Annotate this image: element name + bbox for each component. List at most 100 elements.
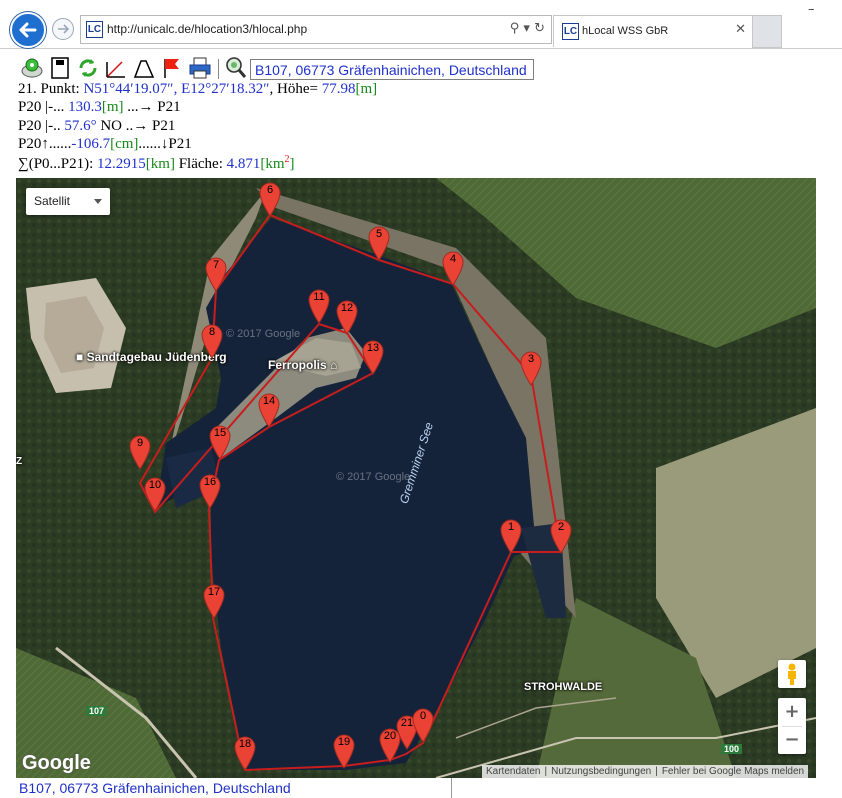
marker-label: 2 xyxy=(557,521,565,533)
zoom-out-button[interactable]: − xyxy=(778,726,806,754)
coord-separator: , xyxy=(173,81,182,97)
minimize-icon[interactable]: – xyxy=(808,2,815,17)
url-text[interactable]: http://unicalc.de/hlocation3/hlocal.php xyxy=(107,22,307,36)
map-watermark-2: © 2017 Google xyxy=(226,328,301,340)
marker-0[interactable]: 0 xyxy=(410,707,436,743)
marker-label: 17 xyxy=(207,586,221,598)
marker-4[interactable]: 4 xyxy=(440,250,466,286)
area-label: Fläche: xyxy=(174,156,227,172)
search-icon xyxy=(226,57,247,78)
marker-5[interactable]: 5 xyxy=(366,225,392,261)
back-button[interactable] xyxy=(10,12,46,48)
google-logo: Google xyxy=(22,752,91,774)
point-line: 21. Punkt: N51°44′19.07″, E12°27′18.32″,… xyxy=(18,81,377,98)
refresh-button[interactable] xyxy=(76,56,100,80)
elevation-unit: [cm] xyxy=(110,136,139,152)
road-sign-100: 100 xyxy=(721,744,743,754)
marker-11[interactable]: 11 xyxy=(306,288,332,324)
report-error-link[interactable]: Fehler bei Google Maps melden xyxy=(658,766,808,777)
marker-label: 5 xyxy=(375,228,383,240)
marker-8[interactable]: 8 xyxy=(199,323,225,359)
terms-link[interactable]: Nutzungsbedingungen xyxy=(547,766,655,777)
dropdown-icon[interactable]: ▾ xyxy=(523,21,530,36)
marker-label: 9 xyxy=(136,437,144,449)
map-data-link[interactable]: Kartendaten xyxy=(482,766,545,777)
map-watermark: © 2017 Google xyxy=(336,471,411,483)
elevation-suffix: ......↓P21 xyxy=(138,136,192,152)
tab-title: hLocal WSS GbR xyxy=(582,25,669,37)
print-icon xyxy=(189,57,211,79)
refresh-icon[interactable]: ↻ xyxy=(534,21,545,36)
map-label-strohwalde: STROHWALDE xyxy=(524,681,603,693)
marker-7[interactable]: 7 xyxy=(203,256,229,292)
distance-prefix: P20 |-... xyxy=(18,99,69,115)
search-location-button[interactable] xyxy=(224,56,248,80)
elevation-line: P20↑......-106.7[cm]......↓P21 xyxy=(18,136,192,153)
museum-icon: ⌂ xyxy=(330,358,338,372)
marker-label: 15 xyxy=(213,427,227,439)
address-actions[interactable]: ⚲ ▾ ↻ xyxy=(510,21,545,36)
gps-button[interactable] xyxy=(20,56,44,80)
refresh-icon xyxy=(79,59,97,77)
forward-arrow-icon xyxy=(58,24,70,34)
marker-10[interactable]: 10 xyxy=(142,476,168,512)
pegman-icon xyxy=(788,663,796,685)
forward-button[interactable] xyxy=(52,18,74,40)
distance-unit: [m] xyxy=(101,99,124,115)
marker-label: 11 xyxy=(313,291,325,303)
poi-icon: ■ xyxy=(76,350,87,364)
angle-button[interactable] xyxy=(104,56,128,80)
print-button[interactable] xyxy=(188,56,212,80)
marker-1[interactable]: 1 xyxy=(498,518,524,554)
marker-12[interactable]: 12 xyxy=(334,299,360,335)
elevation-value: -106.7 xyxy=(71,136,111,152)
marker-14[interactable]: 14 xyxy=(256,392,282,428)
tab-favicon-icon: LC xyxy=(562,23,579,40)
location-field[interactable]: B107, 06773 Gräfenhainichen, Deutschland xyxy=(250,59,534,80)
marker-label: 16 xyxy=(203,476,217,488)
marker-label: 0 xyxy=(419,710,427,722)
map-type-select[interactable]: Satellit xyxy=(26,188,110,215)
marker-label: 6 xyxy=(266,184,274,196)
marker-label: 14 xyxy=(262,395,276,407)
marker-label: 10 xyxy=(148,479,162,491)
bearing-value: 57.6° xyxy=(64,118,97,134)
tab-close-icon[interactable]: ✕ xyxy=(735,22,746,37)
marker-label: 4 xyxy=(449,253,457,265)
marker-3[interactable]: 3 xyxy=(518,350,544,386)
marker-9[interactable]: 9 xyxy=(127,434,153,470)
flag-button[interactable] xyxy=(160,56,184,80)
elevation-prefix: P20↑...... xyxy=(18,136,72,152)
marker-16[interactable]: 16 xyxy=(197,473,223,509)
zoom-in-button[interactable]: + xyxy=(778,698,806,726)
map-footer: Kartendaten | Nutzungsbedingungen | Fehler b… xyxy=(482,765,809,778)
map-view[interactable]: ■ Sandtagebau Jüdenberg Ferropolis ⌂ Gre… xyxy=(16,178,816,778)
toolbar-separator xyxy=(218,59,219,79)
height-unit: [m] xyxy=(355,81,378,97)
triangle-button[interactable] xyxy=(132,56,156,80)
bottom-location-text: B107, 06773 Gräfenhainichen, Deutschland xyxy=(16,778,452,798)
save-button[interactable] xyxy=(48,56,72,80)
map-label-ferropolis: Ferropolis ⌂ xyxy=(268,358,337,372)
marker-label: 8 xyxy=(208,326,216,338)
tab-hlocal[interactable]: LC hLocal WSS GbR ✕ xyxy=(553,15,753,47)
marker-18[interactable]: 18 xyxy=(232,735,258,771)
marker-6[interactable]: 6 xyxy=(257,181,283,217)
marker-17[interactable]: 17 xyxy=(201,583,227,619)
site-favicon-icon: LC xyxy=(86,21,103,38)
point-prefix: 21. Punkt: xyxy=(18,81,84,97)
map-label-ferropolis-text: Ferropolis xyxy=(268,358,327,372)
new-tab-button[interactable] xyxy=(752,15,782,48)
marker-label: 7 xyxy=(212,259,220,271)
road-sign-107: 107 xyxy=(86,706,108,716)
browser-chrome: LC http://unicalc.de/hlocation3/hlocal.p… xyxy=(0,0,842,49)
triangle-icon xyxy=(133,60,155,78)
search-icon[interactable]: ⚲ xyxy=(510,21,520,36)
marker-2[interactable]: 2 xyxy=(548,518,574,554)
marker-19[interactable]: 19 xyxy=(331,733,357,769)
address-bar[interactable]: LC http://unicalc.de/hlocation3/hlocal.p… xyxy=(80,15,552,44)
latitude: N51°44′19.07″ xyxy=(83,81,174,97)
marker-13[interactable]: 13 xyxy=(360,339,386,375)
street-view-button[interactable] xyxy=(778,660,806,688)
marker-15[interactable]: 15 xyxy=(207,424,233,460)
